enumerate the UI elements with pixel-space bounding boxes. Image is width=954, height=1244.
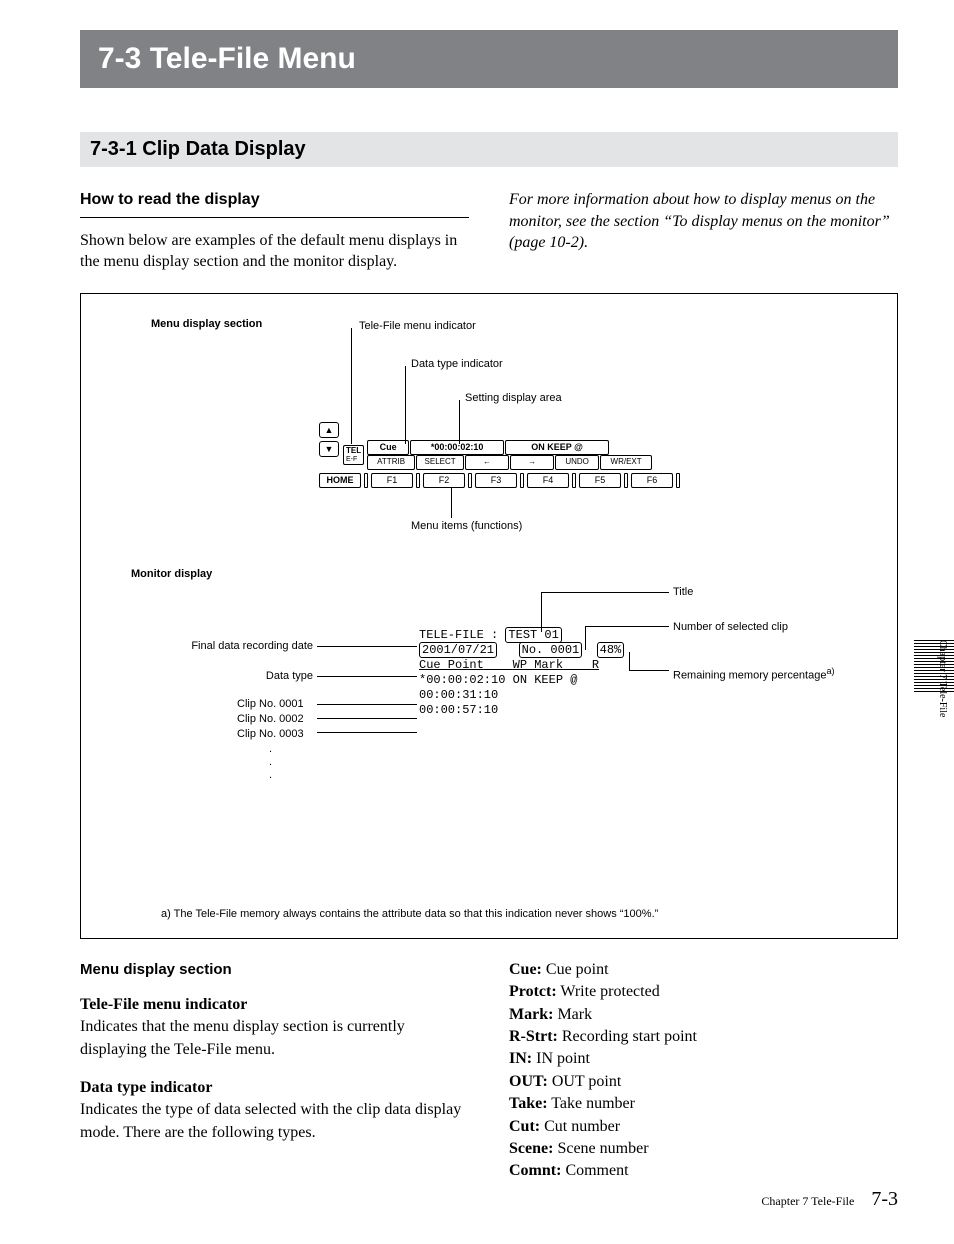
lower-right-column: Cue: Cue pointProtct: Write protectedMar…	[509, 959, 898, 1183]
strip-attrib: ATTRIB	[367, 455, 415, 470]
definition-row: R-Strt: Recording start point	[509, 1026, 898, 1048]
label-remaining: Remaining memory percentage	[673, 669, 826, 681]
definition-key: OUT:	[509, 1073, 548, 1090]
definition-key: Scene:	[509, 1140, 553, 1157]
how-to-read-body: Shown below are examples of the default …	[80, 230, 469, 273]
label-dot1: .	[269, 743, 272, 755]
strip-f1: F1	[371, 473, 413, 488]
label-menu-items: Menu items (functions)	[411, 520, 522, 532]
monitor-r: R	[592, 658, 599, 672]
monitor-date: 2001/07/21	[419, 642, 497, 658]
strip-wrext: WR/EXT	[600, 455, 652, 470]
page-title-bar: 7-3 Tele-File Menu	[80, 30, 898, 88]
monitor-clipno: No. 0001	[519, 642, 583, 658]
definition-row: Protct: Write protected	[509, 981, 898, 1003]
definition-key: Comnt:	[509, 1162, 561, 1179]
footer-page: 7-3	[871, 1188, 898, 1210]
strip-undo: UNDO	[555, 455, 599, 470]
definition-value: IN point	[532, 1050, 590, 1067]
diagram-container: Menu display section Tele-File menu indi…	[80, 293, 898, 939]
how-to-read-heading: How to read the display	[80, 189, 469, 218]
label-clip3: Clip No. 0003	[237, 728, 304, 740]
strip-left: ←	[465, 455, 509, 470]
definition-key: IN:	[509, 1050, 532, 1067]
definition-row: Cue: Cue point	[509, 959, 898, 981]
monitor-wpmark: WP Mark	[513, 658, 563, 672]
monitor-percent: 48%	[597, 642, 625, 658]
definition-key: Take:	[509, 1095, 548, 1112]
definition-key: Mark:	[509, 1006, 553, 1023]
definition-value: Recording start point	[558, 1028, 697, 1045]
definition-value: Scene number	[553, 1140, 648, 1157]
label-data-type-indicator: Data type indicator	[411, 358, 503, 370]
definition-value: OUT point	[548, 1073, 621, 1090]
definition-row: Scene: Scene number	[509, 1138, 898, 1160]
label-final-date: Final data recording date	[173, 640, 313, 652]
left-column: How to read the display Shown below are …	[80, 189, 469, 273]
up-arrow-icon: ▲	[319, 422, 339, 438]
strip-f5: F5	[579, 473, 621, 488]
label-telefile-indicator: Tele-File menu indicator	[359, 320, 476, 332]
monitor-line5: 00:00:31:10	[419, 688, 624, 703]
down-arrow-icon: ▼	[319, 441, 339, 457]
label-data-type: Data type	[253, 670, 313, 682]
monitor-line4: *00:00:02:10 ON KEEP @	[419, 673, 624, 688]
definition-value: Cut number	[540, 1118, 620, 1135]
definition-key: Protct:	[509, 983, 557, 1000]
definition-row: Take: Take number	[509, 1093, 898, 1115]
strip-tel: TEL	[346, 446, 361, 455]
strip-right: →	[510, 455, 554, 470]
monitor-title-value: TEST 01	[505, 627, 561, 643]
definition-value: Mark	[553, 1006, 592, 1023]
lower-left-column: Menu display section Tele-File menu indi…	[80, 959, 469, 1183]
page-footer: Chapter 7 Tele-File 7-3	[761, 1188, 898, 1211]
strip-home: HOME	[319, 473, 361, 488]
strip-f3: F3	[475, 473, 517, 488]
menu-display-heading: Menu display section	[80, 959, 469, 980]
strip-f2: F2	[423, 473, 465, 488]
definition-row: IN: IN point	[509, 1048, 898, 1070]
definition-row: Mark: Mark	[509, 1004, 898, 1026]
sub2-body: Indicates the type of data selected with…	[80, 1099, 469, 1144]
definition-row: Cut: Cut number	[509, 1116, 898, 1138]
strip-f6: F6	[631, 473, 673, 488]
definition-value: Comment	[561, 1162, 628, 1179]
label-dot3: .	[269, 769, 272, 781]
label-dot2: .	[269, 756, 272, 768]
diagram-footnote: a) The Tele-File memory always contains …	[161, 908, 869, 920]
monitor-line6: 00:00:57:10	[419, 703, 624, 718]
label-menu-display-section: Menu display section	[151, 318, 262, 330]
label-clip2: Clip No. 0002	[237, 713, 304, 725]
label-setting-area: Setting display area	[465, 392, 562, 404]
strip-f4: F4	[527, 473, 569, 488]
strip-tc: *00:00:02:10	[410, 440, 504, 455]
strip-select: SELECT	[416, 455, 464, 470]
definition-value: Write protected	[557, 983, 660, 1000]
sub1-body: Indicates that the menu display section …	[80, 1016, 469, 1061]
strip-cue: Cue	[367, 440, 409, 455]
label-remaining-sup: a)	[826, 666, 834, 676]
section-heading: 7-3-1 Clip Data Display	[80, 132, 898, 167]
label-title: Title	[673, 586, 693, 598]
sub2-title: Data type indicator	[80, 1077, 469, 1099]
definition-row: Comnt: Comment	[509, 1160, 898, 1182]
footer-chapter: Chapter 7 Tele-File	[761, 1194, 854, 1208]
definition-value: Take number	[548, 1095, 635, 1112]
monitor-line1a: TELE-FILE :	[419, 628, 498, 642]
right-column-note: For more information about how to displa…	[509, 189, 898, 273]
strip-onkeep: ON KEEP @	[505, 440, 609, 455]
label-clip1: Clip No. 0001	[237, 698, 304, 710]
sub1-title: Tele-File menu indicator	[80, 994, 469, 1016]
label-monitor-display: Monitor display	[131, 568, 212, 580]
monitor-cuepoint: Cue Point	[419, 658, 484, 672]
definition-key: R-Strt:	[509, 1028, 558, 1045]
definition-value: Cue point	[542, 961, 609, 978]
strip-ef: E-F	[346, 455, 361, 464]
definition-row: OUT: OUT point	[509, 1071, 898, 1093]
label-num-clip: Number of selected clip	[673, 621, 788, 633]
definition-key: Cue:	[509, 961, 542, 978]
definition-key: Cut:	[509, 1118, 540, 1135]
